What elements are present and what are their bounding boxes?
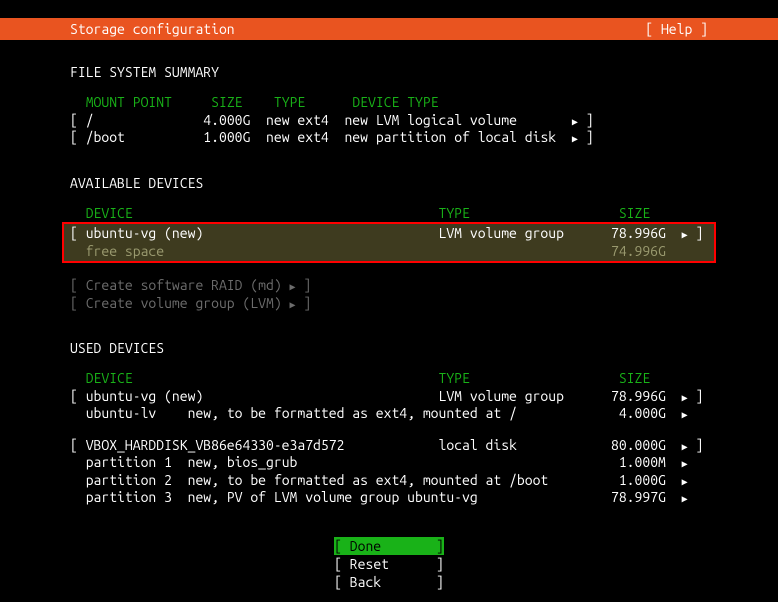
fs-summary-title: FILE SYSTEM SUMMARY: [70, 64, 708, 80]
used-partition-2[interactable]: partition 2 new, to be formatted as ext4…: [70, 472, 708, 490]
available-header-row: DEVICE TYPE SIZE: [70, 205, 708, 223]
chevron-right-icon: ▶: [682, 441, 688, 452]
chevron-right-icon: ▶: [682, 229, 688, 240]
create-lvm-button[interactable]: [ Create volume group (LVM) ▶ ]: [70, 295, 708, 313]
create-raid-button[interactable]: [ Create software RAID (md) ▶ ]: [70, 277, 708, 295]
chevron-right-icon: ▶: [682, 392, 688, 403]
back-button[interactable]: [ Back ]: [334, 573, 444, 591]
used-partition-1[interactable]: partition 1 new, bios_grub 1.000M ▶: [70, 454, 708, 472]
chevron-right-icon: ▶: [682, 493, 688, 504]
chevron-right-icon: ▶: [682, 476, 688, 487]
chevron-right-icon: ▶: [572, 133, 578, 144]
header-bar: Storage configuration [ Help ]: [0, 18, 778, 40]
page-title: Storage configuration: [10, 21, 235, 37]
used-title: USED DEVICES: [70, 340, 708, 356]
used-header-row: DEVICE TYPE SIZE: [70, 370, 708, 388]
used-disk-row[interactable]: [ VBOX_HARDDISK_VB86e64330-e3a7d572 loca…: [70, 437, 708, 455]
available-device-selected[interactable]: [ ubuntu-vg (new) LVM volume group 78.99…: [62, 222, 716, 263]
help-button[interactable]: [ Help ]: [645, 21, 768, 37]
available-vg-row[interactable]: [ ubuntu-vg (new) LVM volume group 78.99…: [70, 225, 708, 243]
fs-header-row: MOUNT POINT SIZE TYPE DEVICE TYPE: [70, 94, 708, 112]
used-partition-3[interactable]: partition 3 new, PV of LVM volume group …: [70, 489, 708, 507]
available-title: AVAILABLE DEVICES: [70, 175, 708, 191]
used-vg-row[interactable]: [ ubuntu-vg (new) LVM volume group 78.99…: [70, 388, 708, 406]
chevron-right-icon: ▶: [290, 299, 296, 310]
reset-button[interactable]: [ Reset ]: [334, 555, 444, 573]
chevron-right-icon: ▶: [572, 116, 578, 127]
chevron-right-icon: ▶: [290, 281, 296, 292]
fs-row-root[interactable]: [ / 4.000G new ext4 new LVM logical volu…: [70, 112, 708, 130]
done-button[interactable]: [ Done ]: [334, 537, 444, 555]
chevron-right-icon: ▶: [682, 458, 688, 469]
footer-buttons: [ Done ] [ Reset ] [ Back ]: [70, 537, 708, 592]
chevron-right-icon: ▶: [682, 409, 688, 420]
fs-row-boot[interactable]: [ /boot 1.000G new ext4 new partition of…: [70, 129, 708, 147]
available-free-space: free space 74.996G: [70, 243, 708, 261]
main-content: FILE SYSTEM SUMMARY MOUNT POINT SIZE TYP…: [0, 40, 778, 591]
used-lv-row[interactable]: ubuntu-lv new, to be formatted as ext4, …: [70, 405, 708, 423]
